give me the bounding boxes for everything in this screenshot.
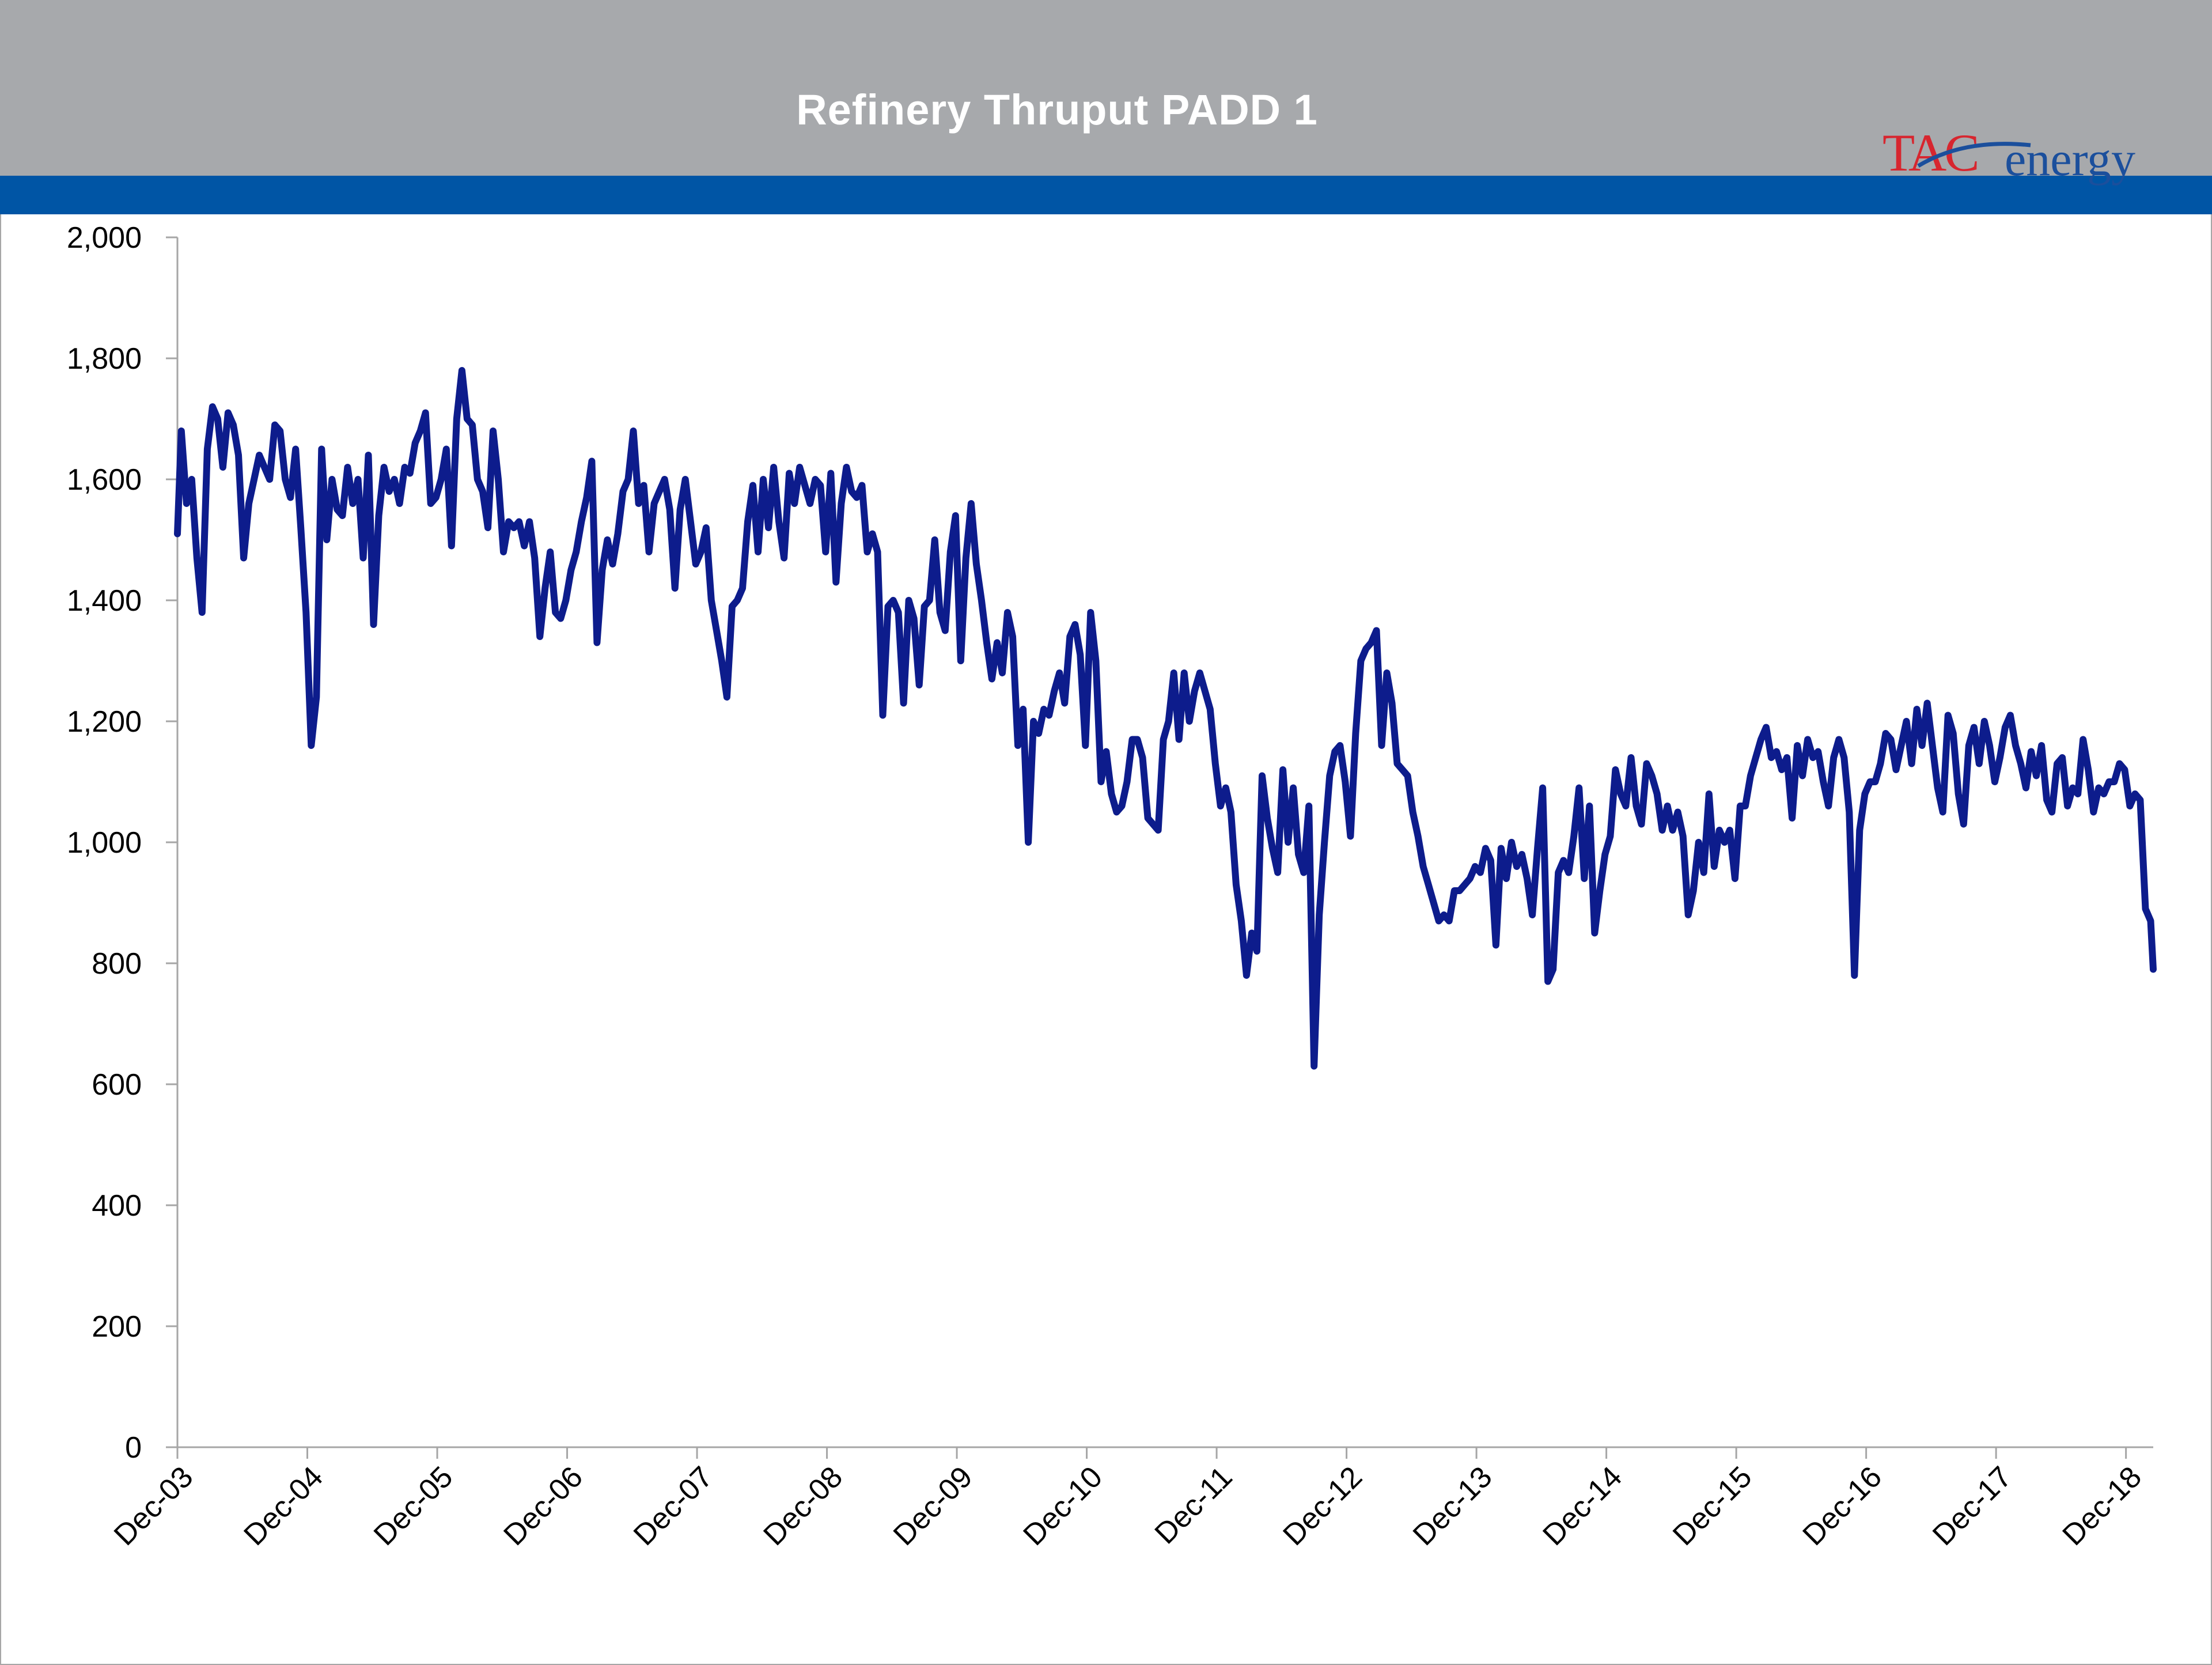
y-tick-label: 600 (92, 1068, 142, 1102)
y-tick-label: 400 (92, 1189, 142, 1223)
x-tick-label: Dec-09 (887, 1460, 979, 1552)
x-tick-label: Dec-08 (757, 1460, 849, 1552)
y-tick-label: 1,800 (67, 342, 142, 376)
x-tick-label: Dec-06 (497, 1460, 589, 1552)
line-chart: 0 200 400 600 800 1,000 1,200 1,400 1,600 1,800 2,… (67, 221, 2157, 1552)
y-tick-label: 200 (92, 1310, 142, 1344)
x-tick-label: Dec-16 (1797, 1460, 1889, 1552)
x-tick-label: Dec-13 (1407, 1460, 1499, 1552)
y-tick-label: 800 (92, 947, 142, 981)
y-tick-label: 1,000 (67, 826, 142, 860)
x-tick-label: Dec-03 (108, 1460, 200, 1552)
y-tick-label: 0 (125, 1431, 142, 1465)
x-tick-label: Dec-18 (2056, 1460, 2149, 1552)
chart-axes: 0 200 400 600 800 1,000 1,200 1,400 1,600 1,800 2,… (67, 221, 2153, 1552)
series-layer (174, 367, 2157, 1070)
x-tick-label: Dec-12 (1277, 1460, 1369, 1552)
chart-title: Refinery Thruput PADD 1 (796, 86, 1318, 134)
x-tick-label: Dec-04 (237, 1460, 329, 1552)
logo-tac-text: TAC (1883, 123, 1978, 182)
x-tick-label: Dec-14 (1537, 1460, 1629, 1552)
y-tick-label: 1,200 (67, 705, 142, 739)
tacenergy-logo: TAC energy (1883, 123, 2135, 186)
series-line-refinery-thruput (174, 367, 2157, 1070)
x-tick-label: Dec-15 (1666, 1460, 1759, 1552)
x-tick-label: Dec-11 (1149, 1460, 1239, 1550)
x-tick-label: Dec-17 (1926, 1460, 2018, 1552)
x-tick-label: Dec-07 (627, 1460, 719, 1552)
x-tick-label: Dec-05 (368, 1460, 460, 1552)
y-tick-label: 1,600 (67, 463, 142, 497)
logo-energy-text: energy (2005, 133, 2135, 186)
x-tick-label: Dec-10 (1017, 1460, 1109, 1552)
y-tick-label: 1,400 (67, 584, 142, 618)
y-tick-label: 2,000 (67, 221, 142, 255)
